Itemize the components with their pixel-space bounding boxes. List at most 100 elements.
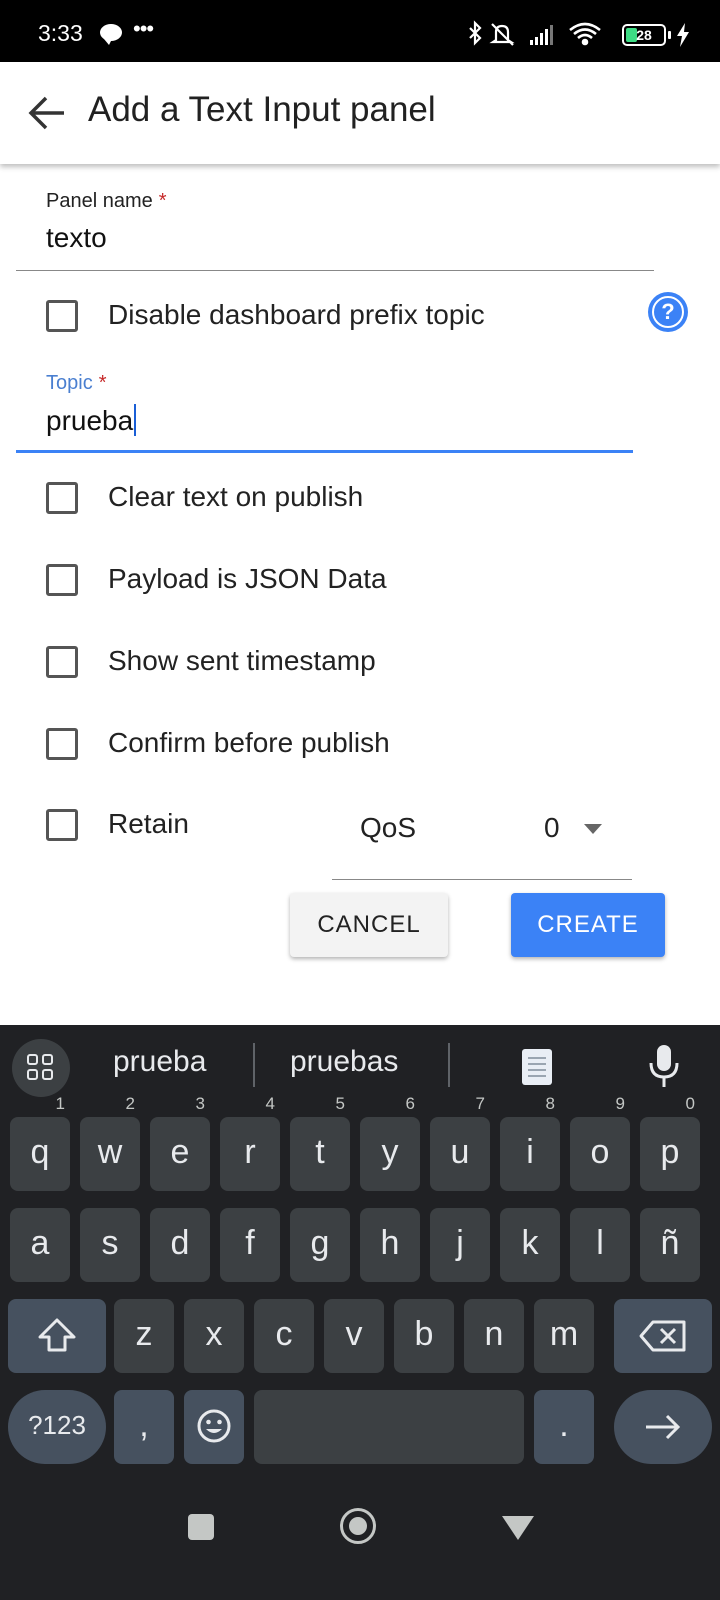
key-x[interactable]: x <box>184 1299 244 1373</box>
wifi-icon <box>569 22 601 46</box>
app-bar: Add a Text Input panel <box>0 62 720 164</box>
status-time: 3:33 <box>38 20 83 46</box>
clear-text-label: Clear text on publish <box>108 481 364 512</box>
suggestion-1[interactable]: prueba <box>113 1045 206 1079</box>
shift-icon <box>38 1318 76 1352</box>
page-title: Add a Text Input panel <box>88 90 436 129</box>
key-y[interactable]: y6 <box>360 1095 420 1191</box>
panel-name-underline <box>16 270 654 271</box>
key-p[interactable]: p0 <box>640 1095 700 1191</box>
create-button[interactable]: CREATE <box>511 893 665 957</box>
payload-json-checkbox[interactable] <box>46 564 78 596</box>
disable-prefix-checkbox-row[interactable]: Disable dashboard prefix topic <box>46 297 606 337</box>
clear-text-checkbox-row[interactable]: Clear text on publish <box>46 479 446 519</box>
retain-checkbox[interactable] <box>46 809 78 841</box>
back-arrow-icon[interactable] <box>26 92 68 134</box>
key-i[interactable]: i8 <box>500 1095 560 1191</box>
suggestion-divider <box>448 1043 450 1087</box>
suggestion-2[interactable]: pruebas <box>290 1045 398 1079</box>
nav-back-icon[interactable] <box>502 1516 534 1540</box>
qos-value[interactable]: 0 <box>544 812 560 844</box>
backspace-key[interactable] <box>614 1299 712 1373</box>
payload-json-checkbox-row[interactable]: Payload is JSON Data <box>46 561 446 601</box>
qos-label: QoS <box>360 812 417 843</box>
key-row-2: a s d f g h j k l ñ <box>0 1208 720 1282</box>
more-dots-icon: ••• <box>133 16 154 41</box>
emoji-icon <box>197 1409 231 1443</box>
enter-key[interactable] <box>614 1390 712 1464</box>
key-o[interactable]: o9 <box>570 1095 630 1191</box>
show-timestamp-checkbox[interactable] <box>46 646 78 678</box>
key-k[interactable]: k <box>500 1208 560 1282</box>
key-row-3: z x c v b n m <box>0 1299 720 1373</box>
key-g[interactable]: g <box>290 1208 350 1282</box>
suggestion-divider <box>253 1043 255 1087</box>
panel-name-label: Panel name * <box>46 190 167 212</box>
keyboard-apps-icon[interactable] <box>12 1039 70 1097</box>
key-n-tilde[interactable]: ñ <box>640 1208 700 1282</box>
confirm-checkbox-row[interactable]: Confirm before publish <box>46 725 446 765</box>
signal-icon <box>530 25 553 45</box>
battery-icon: 28 <box>622 24 666 46</box>
key-w[interactable]: w2 <box>80 1095 140 1191</box>
backspace-icon <box>639 1320 686 1352</box>
space-key[interactable] <box>254 1390 524 1464</box>
recents-icon[interactable] <box>188 1514 214 1540</box>
required-mark: * <box>158 190 167 212</box>
key-f[interactable]: f <box>220 1208 280 1282</box>
panel-name-value: texto <box>46 222 107 253</box>
dropdown-caret-icon[interactable] <box>584 824 602 834</box>
key-u[interactable]: u7 <box>430 1095 490 1191</box>
system-nav-bar <box>0 1480 720 1600</box>
key-j[interactable]: j <box>430 1208 490 1282</box>
topic-field[interactable]: Topic * prueba <box>16 362 636 456</box>
microphone-icon[interactable] <box>646 1043 682 1089</box>
key-z[interactable]: z <box>114 1299 174 1373</box>
key-n[interactable]: n <box>464 1299 524 1373</box>
show-timestamp-checkbox-row[interactable]: Show sent timestamp <box>46 643 446 683</box>
comma-key[interactable]: , <box>114 1390 174 1464</box>
shift-key[interactable] <box>8 1299 106 1373</box>
key-q[interactable]: q1 <box>10 1095 70 1191</box>
key-s[interactable]: s <box>80 1208 140 1282</box>
battery-level: 28 <box>636 27 652 43</box>
key-b[interactable]: b <box>394 1299 454 1373</box>
key-c[interactable]: c <box>254 1299 314 1373</box>
qos-underline <box>332 879 632 880</box>
topic-input[interactable]: prueba <box>46 404 137 437</box>
panel-name-field[interactable]: Panel name * texto <box>16 180 656 272</box>
charging-icon <box>677 23 689 47</box>
cancel-button[interactable]: CANCEL <box>290 893 448 957</box>
key-r[interactable]: r4 <box>220 1095 280 1191</box>
symbols-key[interactable]: ?123 <box>8 1390 106 1464</box>
key-row-1: q1 w2 e3 r4 t5 y6 u7 i8 o9 p0 <box>0 1095 720 1191</box>
retain-checkbox-row[interactable]: Retain <box>46 806 246 846</box>
key-v[interactable]: v <box>324 1299 384 1373</box>
key-a[interactable]: a <box>10 1208 70 1282</box>
retain-label: Retain <box>108 808 189 839</box>
chat-bubble-icon <box>100 24 122 45</box>
key-d[interactable]: d <box>150 1208 210 1282</box>
show-timestamp-label: Show sent timestamp <box>108 645 376 676</box>
topic-underline <box>16 450 633 453</box>
key-e[interactable]: e3 <box>150 1095 210 1191</box>
help-icon[interactable]: ? <box>648 292 688 332</box>
status-bar: 3:33 ••• 28 <box>0 0 720 62</box>
clear-text-checkbox[interactable] <box>46 482 78 514</box>
period-key[interactable]: . <box>534 1390 594 1464</box>
arrow-right-icon <box>646 1414 681 1440</box>
emoji-key[interactable] <box>184 1390 244 1464</box>
payload-json-label: Payload is JSON Data <box>108 563 387 594</box>
mute-icon <box>489 23 515 46</box>
confirm-checkbox[interactable] <box>46 728 78 760</box>
key-t[interactable]: t5 <box>290 1095 350 1191</box>
key-m[interactable]: m <box>534 1299 594 1373</box>
battery-nub <box>668 31 671 39</box>
home-icon[interactable] <box>340 1508 376 1544</box>
key-row-4: ?123 , . <box>0 1390 720 1464</box>
clipboard-icon[interactable] <box>522 1049 552 1085</box>
disable-prefix-checkbox[interactable] <box>46 300 78 332</box>
key-l[interactable]: l <box>570 1208 630 1282</box>
key-h[interactable]: h <box>360 1208 420 1282</box>
bluetooth-icon <box>469 20 482 46</box>
